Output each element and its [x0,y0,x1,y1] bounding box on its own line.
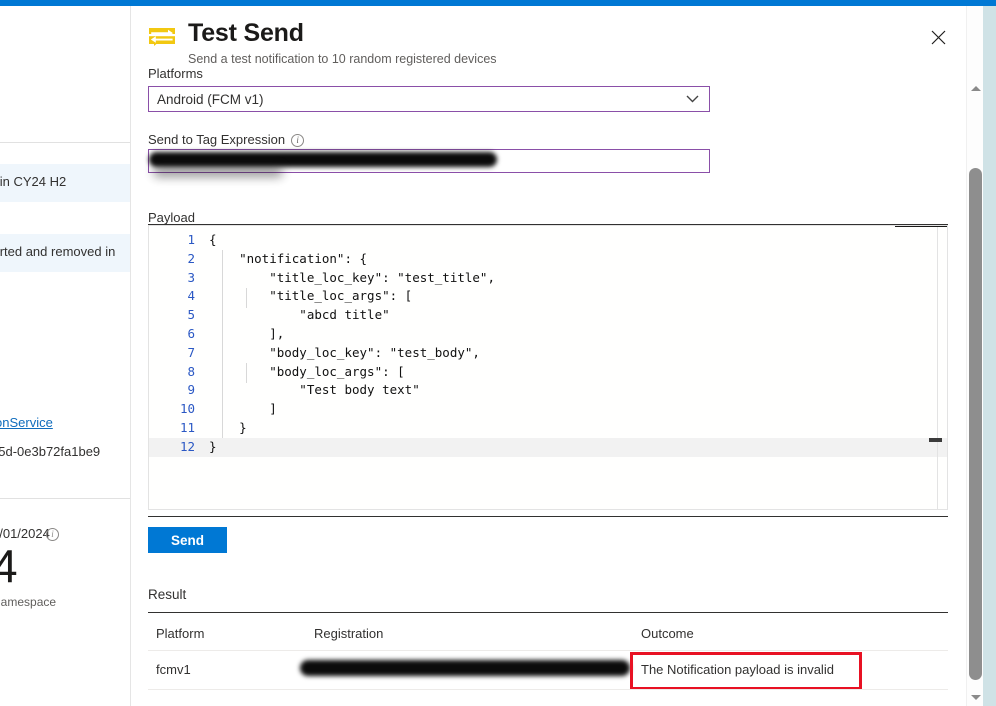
platforms-dropdown[interactable]: Android (FCM v1) [148,86,710,112]
close-icon[interactable] [924,23,952,51]
editor-line-code: "body_loc_key": "test_body", [209,344,480,360]
chevron-down-icon [675,95,709,103]
info-icon[interactable]: i [291,134,305,147]
test-send-blade: Test Send Send a test notification to 10… [130,6,966,706]
result-table: Platform Registration Outcome fcmv1 The … [148,612,948,690]
editor-line: 3 "title_loc_key": "test_title", [149,269,947,288]
platforms-label: Platforms [148,66,203,81]
notification-hub-icon [147,22,177,52]
column-header-registration[interactable]: Registration [314,626,383,641]
editor-line-number: 1 [187,232,195,247]
editor-line-list: 1{2 "notification": {3 "title_loc_key": … [149,231,947,457]
editor-line-code: "title_loc_args": [ [209,288,413,304]
editor-line-code: ], [209,325,285,341]
background-text-fragment-1: le in CY24 H2 [0,174,67,189]
editor-line-number: 6 [187,325,195,341]
editor-right-border [937,226,938,509]
editor-line-code: "body_loc_args": [ [209,363,405,379]
editor-line-code: { [209,232,217,247]
editor-line-number: 10 [179,401,195,417]
editor-line: 10 ] [149,400,947,419]
editor-line-number: 7 [187,344,195,360]
background-caption-fragment: namespace [0,595,57,609]
page-scrollbar[interactable] [966,6,983,706]
column-header-platform[interactable]: Platform [156,626,204,641]
editor-line-number: 12 [179,438,195,454]
editor-line: 6 ], [149,325,947,344]
redaction-overlay-registration [300,660,630,676]
editor-line-number: 8 [187,363,195,379]
table-row-separator [148,689,948,690]
background-id-fragment: 45d-0e3b72fa1be9 [0,444,101,459]
editor-line: 7 "body_loc_key": "test_body", [149,344,947,363]
background-link-fragment[interactable]: onService [0,415,53,430]
background-date-fragment: 9/01/2024 [0,526,50,541]
editor-line-number: 2 [187,250,195,266]
editor-line: 8 "body_loc_args": [ [149,363,947,382]
background-divider [0,498,130,499]
editor-line-code: "Test body text" [209,382,420,398]
platforms-selected-value: Android (FCM v1) [157,91,264,107]
editor-line: 5 "abcd title" [149,306,947,325]
editor-line-code: "title_loc_key": "test_title", [209,269,495,285]
background-divider [0,142,130,143]
scrollbar-thumb[interactable] [969,168,982,680]
scroll-down-arrow-icon[interactable] [967,689,984,706]
editor-line-number: 4 [187,288,195,304]
background-metric-value: 4 [0,540,18,592]
page-title: Test Send [188,19,304,47]
editor-line-code: "abcd title" [209,307,390,323]
editor-line: 9 "Test body text" [149,381,947,400]
result-label: Result [148,587,187,602]
editor-line: 12} [149,437,947,457]
editor-line-number: 9 [187,382,195,398]
table-header-row: Platform Registration Outcome [148,612,948,650]
scroll-up-arrow-icon[interactable] [967,80,984,97]
send-button[interactable]: Send [148,527,227,553]
cell-outcome: The Notification payload is invalid [641,662,834,677]
cell-platform: fcmv1 [156,662,191,677]
tag-expression-label-text: Send to Tag Expression [148,132,286,147]
redaction-overlay-tag [149,152,497,167]
editor-line-number: 3 [187,269,195,285]
payload-editor[interactable]: 1{2 "notification": {3 "title_loc_key": … [148,225,948,510]
editor-line-code: "notification": { [209,250,368,266]
background-text-fragment-2: pported and removed in [0,244,116,259]
editor-line-number: 5 [187,307,195,323]
background-page: le in CY24 H2 pported and removed in onS… [0,6,130,706]
tag-expression-label: Send to Tag Expression i [148,132,305,147]
editor-scroll-marker[interactable] [929,438,942,442]
editor-line-code: ] [209,401,277,417]
editor-bottom-divider [148,516,948,517]
app-root: le in CY24 H2 pported and removed in onS… [0,0,996,706]
payload-label: Payload [148,210,195,225]
page-subtitle: Send a test notification to 10 random re… [188,52,497,66]
editor-line-number: 11 [179,419,195,435]
editor-top-marker [895,226,947,227]
editor-line: 11 } [149,419,947,438]
table-row[interactable]: fcmv1 The Notification payload is invali… [148,650,948,690]
editor-line: 4 "title_loc_args": [ [149,287,947,306]
info-icon: i [46,528,59,541]
editor-line-code: } [209,419,247,435]
editor-line: 1{ [149,231,947,250]
editor-line: 2 "notification": { [149,250,947,269]
column-header-outcome[interactable]: Outcome [641,626,694,641]
redaction-overlay-tag-smudge [153,166,283,177]
editor-line-code: } [209,438,217,454]
